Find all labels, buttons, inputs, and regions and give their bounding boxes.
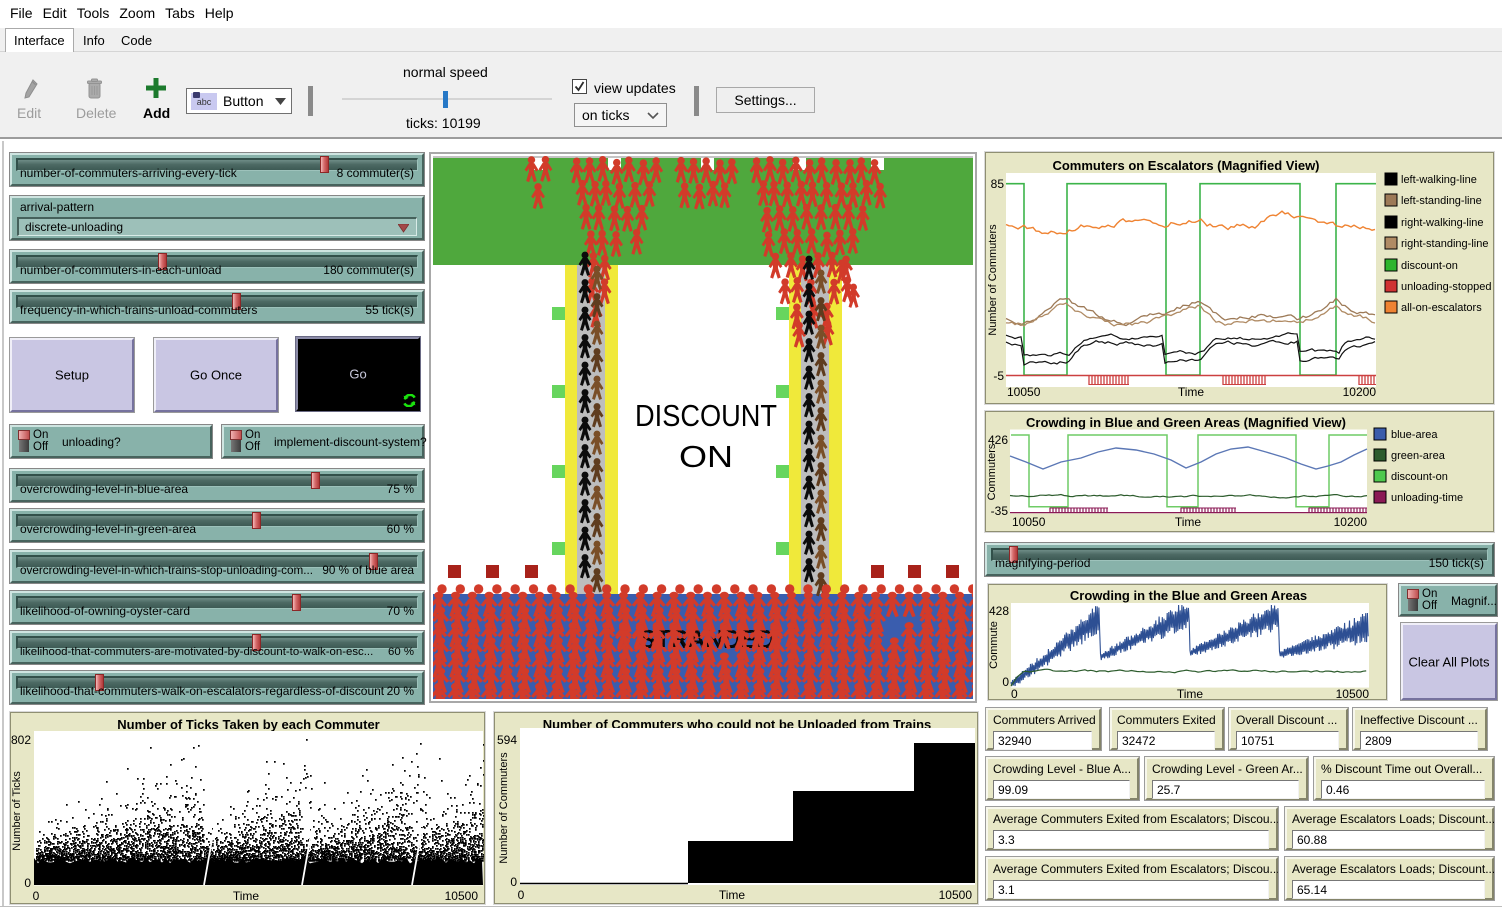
svg-text:Time: Time (1175, 515, 1202, 529)
svg-text:85: 85 (991, 177, 1005, 191)
svg-text:0: 0 (33, 889, 40, 903)
svg-text:10200: 10200 (1343, 385, 1377, 399)
svg-text:10500: 10500 (445, 889, 479, 903)
svg-text:10050: 10050 (1012, 515, 1046, 529)
svg-text:ON: ON (679, 439, 733, 474)
svg-text:-5: -5 (993, 369, 1004, 383)
svg-text:all-on-escalators: all-on-escalators (1401, 302, 1482, 314)
svg-text:left-walking-line: left-walking-line (1401, 174, 1477, 186)
svg-text:802: 802 (11, 733, 31, 747)
svg-text:right-walking-line: right-walking-line (1401, 217, 1484, 229)
svg-text:0: 0 (1011, 687, 1018, 699)
svg-text:Time: Time (1178, 385, 1205, 399)
svg-text:10500: 10500 (1336, 687, 1370, 699)
svg-text:unloading-time: unloading-time (1391, 492, 1463, 504)
svg-text:Number of Commuters: Number of Commuters (498, 752, 510, 864)
svg-text:0: 0 (518, 888, 525, 902)
svg-text:0: 0 (510, 875, 517, 889)
svg-text:0: 0 (1002, 675, 1009, 689)
svg-text:Number of Ticks: Number of Ticks (11, 771, 23, 851)
svg-text:discount-on: discount-on (1391, 471, 1448, 483)
svg-text:discount-on: discount-on (1401, 260, 1458, 272)
svg-text:blue-area: blue-area (1391, 429, 1438, 441)
svg-text:Commute: Commute (989, 621, 1000, 669)
svg-text:428: 428 (989, 604, 1009, 618)
svg-text:Time: Time (719, 888, 746, 902)
svg-text:Commuters: Commuters (986, 443, 998, 500)
svg-text:10200: 10200 (1334, 515, 1368, 529)
svg-text:594: 594 (497, 733, 517, 747)
svg-text:10050: 10050 (1007, 385, 1041, 399)
svg-text:left-standing-line: left-standing-line (1401, 195, 1482, 207)
svg-text:-35: -35 (991, 504, 1009, 518)
svg-text:0: 0 (24, 876, 31, 890)
svg-text:right-standing-line: right-standing-line (1401, 238, 1488, 250)
svg-text:DISCOUNT: DISCOUNT (635, 398, 777, 433)
svg-text:unloading-stopped: unloading-stopped (1401, 281, 1492, 293)
svg-text:10500: 10500 (939, 888, 973, 902)
svg-text:green-area: green-area (1391, 450, 1446, 462)
svg-text:Time: Time (233, 889, 260, 903)
svg-text:Number of Commuters: Number of Commuters (987, 224, 999, 336)
svg-text:Time: Time (1177, 687, 1204, 699)
